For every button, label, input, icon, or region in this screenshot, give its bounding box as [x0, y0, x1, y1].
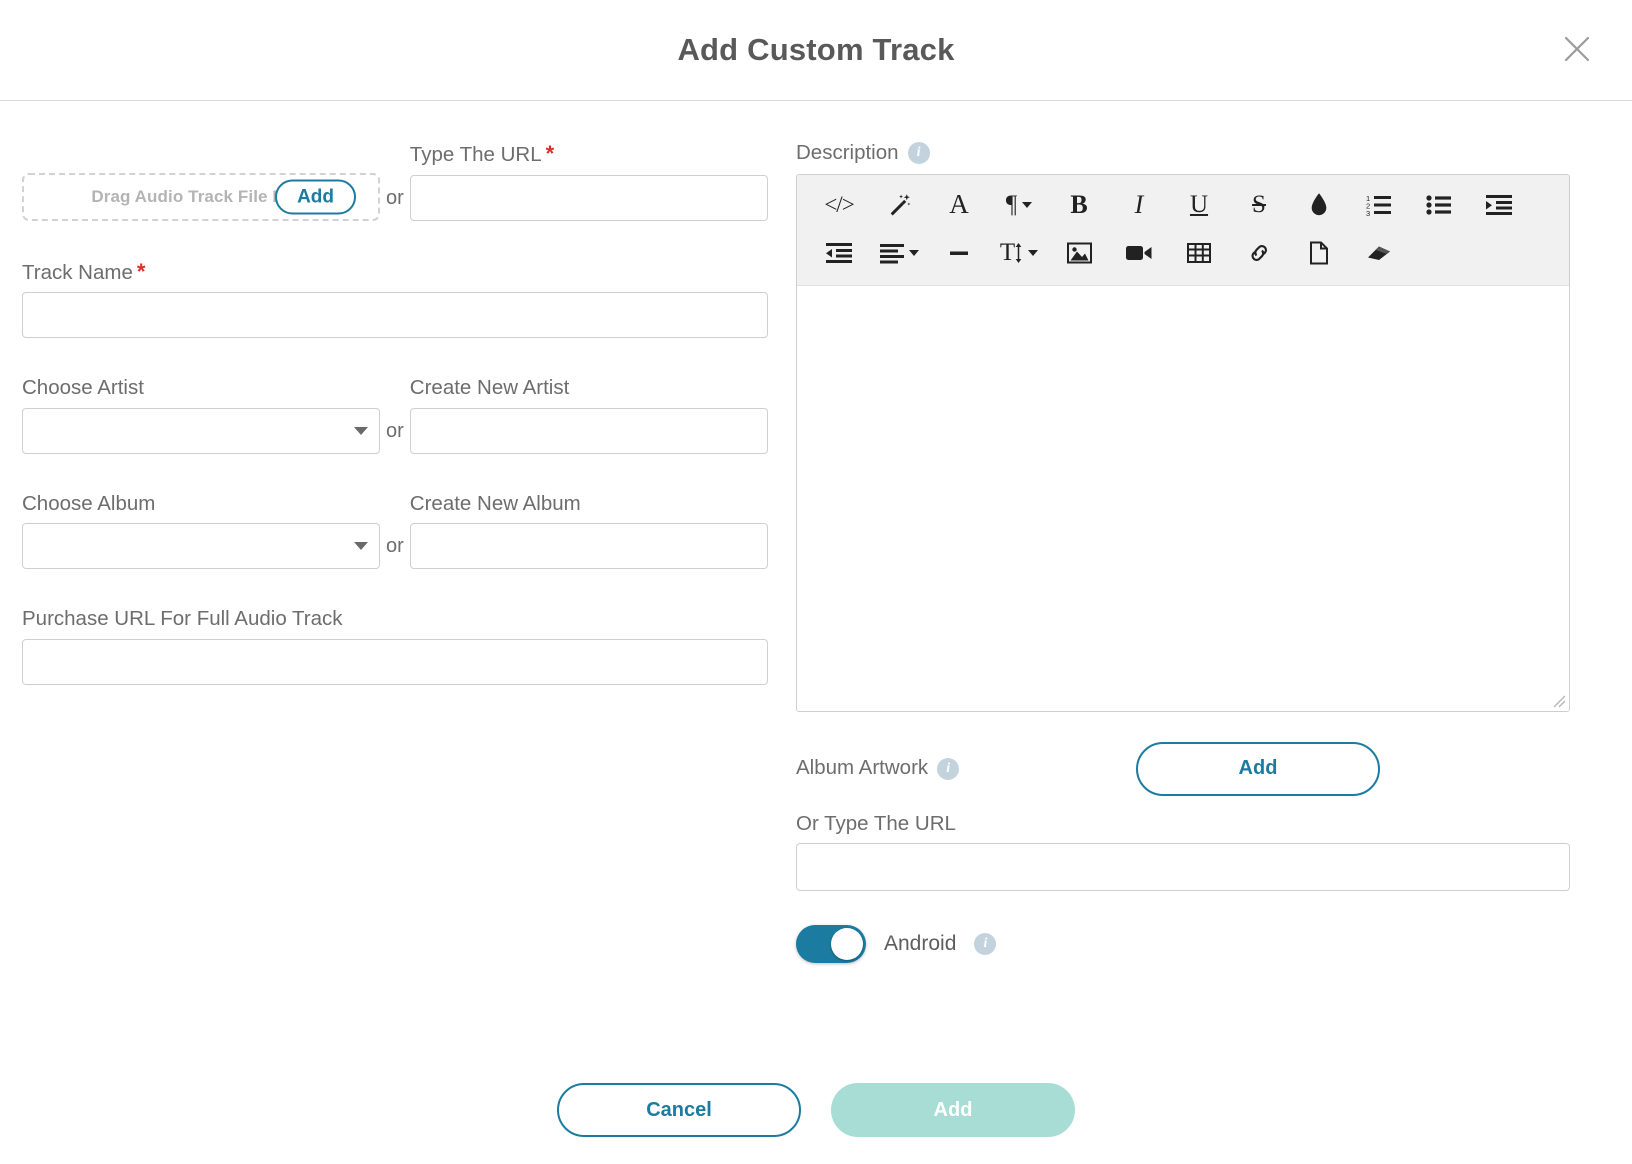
choose-artist-group: Choose Artist	[22, 376, 380, 454]
chevron-down-icon	[354, 426, 368, 435]
choose-artist-label: Choose Artist	[22, 376, 144, 400]
android-toggle[interactable]	[796, 925, 866, 964]
text-color-icon[interactable]	[1295, 181, 1343, 229]
create-album-input[interactable]	[409, 523, 768, 570]
chevron-down-icon	[354, 542, 368, 551]
audio-url-group: Type The URL *	[409, 141, 768, 221]
choose-album-group: Choose Album	[22, 492, 380, 570]
choose-album-select[interactable]	[22, 523, 380, 570]
track-name-label: Track Name *	[22, 259, 768, 286]
track-name-group: Track Name *	[22, 259, 768, 339]
insert-table-icon[interactable]	[1175, 229, 1223, 277]
svg-text:3: 3	[1366, 209, 1370, 217]
bold-icon[interactable]: B	[1055, 181, 1103, 229]
info-icon[interactable]: i	[974, 933, 997, 956]
add-button[interactable]: Add	[831, 1083, 1075, 1137]
editor-toolbar: </> A ¶ B I U S 1 2 3 T	[797, 174, 1569, 286]
add-audio-file-button[interactable]: Add	[275, 179, 356, 215]
align-icon[interactable]	[875, 229, 923, 277]
clear-formatting-icon[interactable]	[1355, 229, 1403, 277]
font-family-icon[interactable]: A	[935, 181, 983, 229]
choose-album-label: Choose Album	[22, 491, 156, 515]
create-artist-group: Create New Artist	[409, 376, 768, 454]
description-label: Description	[796, 141, 899, 164]
album-artwork-row: Album Artwork i Add	[796, 738, 1570, 800]
purchase-url-group: Purchase URL For Full Audio Track	[22, 607, 768, 685]
description-label-row: Description i	[796, 141, 1570, 166]
underline-icon[interactable]: U	[1175, 181, 1223, 229]
dialog-header: Add Custom Track	[0, 0, 1632, 101]
audio-upload-row: Drag Audio Track File Here Add or Type T…	[22, 141, 768, 221]
android-toggle-row: Android i	[796, 925, 1570, 964]
outdent-icon[interactable]	[815, 229, 863, 277]
toggle-knob	[831, 928, 863, 961]
audio-url-required-marker: *	[545, 141, 555, 166]
magic-wand-icon[interactable]	[875, 181, 923, 229]
insert-link-icon[interactable]	[1235, 229, 1283, 277]
strikethrough-icon[interactable]: S	[1235, 181, 1283, 229]
code-view-icon[interactable]: </>	[815, 181, 863, 229]
audio-url-label: Type The URL *	[410, 141, 768, 168]
artist-group: Choose Artist or Create New Artist	[22, 376, 768, 454]
cancel-button[interactable]: Cancel	[557, 1083, 801, 1137]
font-size-icon[interactable]: T	[995, 229, 1043, 277]
info-icon[interactable]: i	[937, 757, 960, 780]
editor-toolbar-row-1: </> A ¶ B I U S 1 2 3	[815, 181, 1551, 229]
purchase-url-input[interactable]	[22, 638, 768, 685]
create-album-label: Create New Album	[409, 491, 581, 515]
track-name-input[interactable]	[22, 292, 768, 339]
insert-file-icon[interactable]	[1295, 229, 1343, 277]
album-artwork-url-group: Or Type The URL	[796, 812, 1570, 892]
album-artwork-url-label: Or Type The URL	[796, 811, 956, 835]
insert-video-icon[interactable]	[1115, 229, 1163, 277]
choose-artist-select[interactable]	[22, 407, 380, 454]
create-album-group: Create New Album	[409, 491, 768, 570]
album-group: Choose Album or Create New Album	[22, 492, 768, 570]
dialog-footer: Cancel Add	[0, 1083, 1632, 1137]
info-icon[interactable]: i	[907, 142, 930, 165]
indent-icon[interactable]	[1475, 181, 1523, 229]
audio-url-label-text: Type The URL	[409, 143, 542, 166]
insert-image-icon[interactable]	[1055, 229, 1103, 277]
resize-handle-icon[interactable]	[1552, 694, 1566, 708]
track-name-label-text: Track Name	[22, 260, 133, 284]
page-title: Add Custom Track	[677, 32, 955, 67]
album-artwork-url-input[interactable]	[796, 843, 1570, 892]
description-text-area[interactable]	[797, 285, 1569, 711]
unordered-list-icon[interactable]	[1415, 181, 1463, 229]
ordered-list-icon[interactable]: 1 2 3	[1355, 181, 1403, 229]
add-album-artwork-button[interactable]: Add	[1136, 741, 1380, 796]
track-name-required-marker: *	[136, 258, 146, 284]
album-artwork-label: Album Artwork	[796, 756, 929, 780]
android-toggle-label: Android	[884, 932, 957, 956]
album-artwork-label-group: Album Artwork i	[796, 756, 1136, 781]
artist-or-separator: or	[386, 419, 404, 442]
close-icon[interactable]	[1556, 28, 1598, 70]
italic-icon[interactable]: I	[1115, 181, 1163, 229]
audio-or-separator: or	[386, 186, 404, 209]
dialog-body: Drag Audio Track File Here Add or Type T…	[0, 101, 1632, 1164]
horizontal-rule-icon[interactable]	[935, 229, 983, 277]
create-artist-input[interactable]	[409, 407, 768, 454]
audio-dropzone[interactable]: Drag Audio Track File Here Add	[22, 172, 380, 221]
right-column: Description i </> A ¶ B I U S 1 2 3 T Al…	[796, 101, 1632, 1164]
audio-url-input[interactable]	[409, 174, 768, 221]
left-column: Drag Audio Track File Here Add or Type T…	[0, 101, 796, 1164]
create-artist-label: Create New Artist	[409, 376, 570, 400]
purchase-url-label: Purchase URL For Full Audio Track	[22, 607, 343, 631]
album-or-separator: or	[386, 535, 404, 558]
paragraph-format-icon[interactable]: ¶	[995, 181, 1043, 229]
description-editor[interactable]: </> A ¶ B I U S 1 2 3 T	[796, 173, 1570, 712]
editor-toolbar-row-2: T	[815, 229, 1551, 277]
